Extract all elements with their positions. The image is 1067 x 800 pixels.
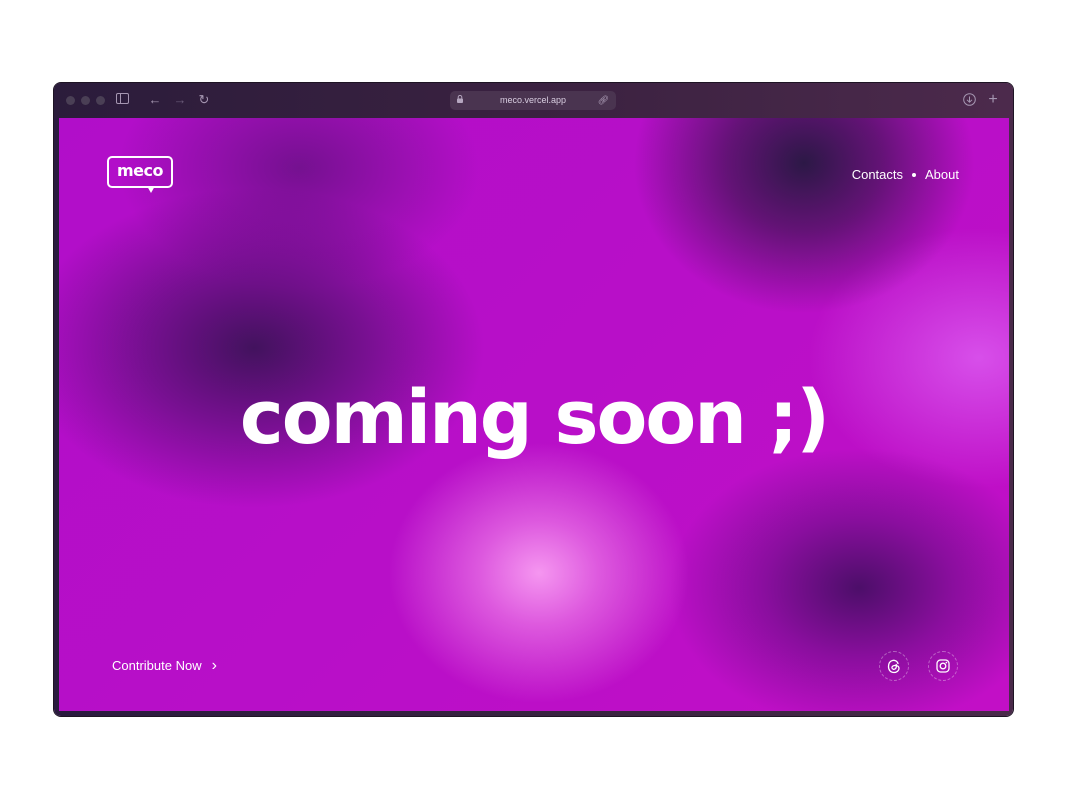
window-controls: [66, 96, 105, 105]
nav-link-contacts[interactable]: Contacts: [852, 167, 903, 182]
zoom-window-button[interactable]: [96, 96, 105, 105]
instagram-icon[interactable]: [928, 651, 958, 681]
nav-separator-dot: [912, 172, 917, 177]
web-page: meco Contacts About coming soon ;) Contr…: [59, 118, 1009, 711]
close-window-button[interactable]: [66, 96, 75, 105]
forward-arrow-icon[interactable]: →: [173, 93, 187, 107]
sidebar-icon[interactable]: [115, 93, 129, 107]
nav-link-about[interactable]: About: [925, 167, 959, 182]
browser-toolbar: ← → ↻ meco.vercel.app 🔗︎ +: [54, 83, 1013, 118]
logo[interactable]: meco: [107, 156, 175, 198]
contribute-label: Contribute Now: [112, 658, 202, 673]
browser-window: ← → ↻ meco.vercel.app 🔗︎ + meco Contacts…: [54, 83, 1013, 716]
lock-icon: [457, 91, 463, 110]
hero-headline: coming soon ;): [239, 375, 830, 461]
back-arrow-icon[interactable]: ←: [148, 93, 162, 107]
new-tab-icon[interactable]: +: [986, 92, 1000, 108]
download-icon[interactable]: [962, 93, 976, 107]
reload-icon[interactable]: ↻: [197, 93, 211, 107]
threads-icon[interactable]: [879, 651, 909, 681]
address-text: meco.vercel.app: [499, 95, 567, 105]
top-nav: Contacts About: [852, 167, 959, 182]
address-bar[interactable]: meco.vercel.app 🔗︎: [450, 91, 616, 110]
minimize-window-button[interactable]: [81, 96, 90, 105]
logo-text: meco: [117, 161, 164, 180]
chevron-right-icon: ›: [211, 657, 217, 674]
contribute-link[interactable]: Contribute Now ›: [112, 657, 217, 674]
link-icon[interactable]: 🔗︎: [598, 91, 609, 110]
logo-bubble-tail: [147, 186, 155, 193]
